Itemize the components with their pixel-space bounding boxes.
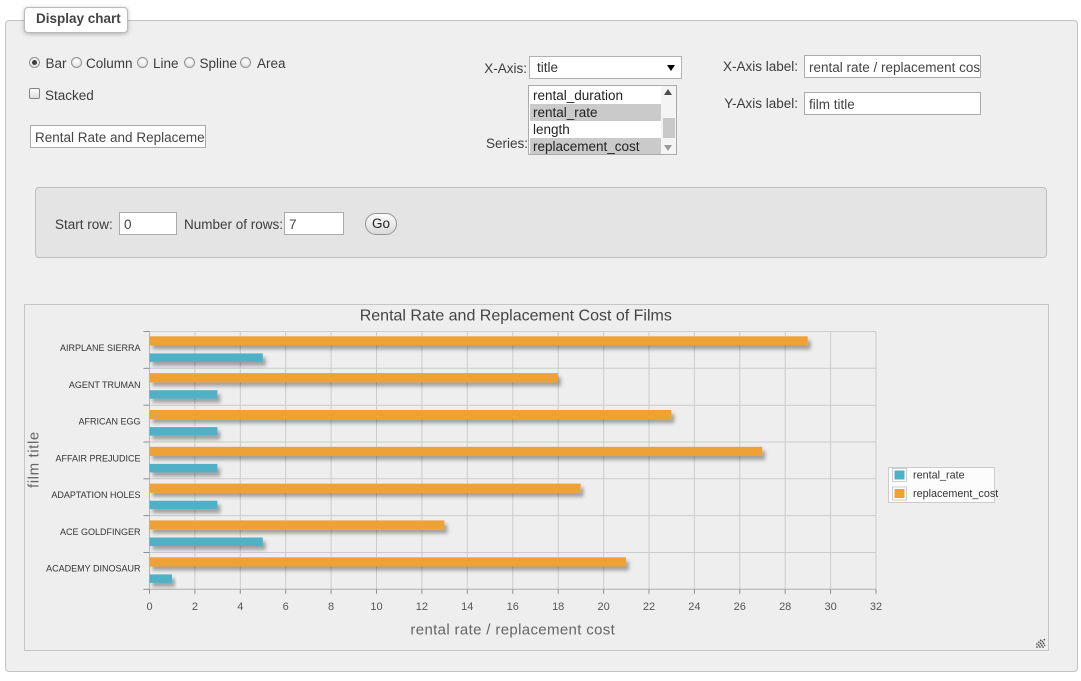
svg-text:2: 2 [192, 601, 198, 613]
svg-text:AFRICAN EGG: AFRICAN EGG [78, 417, 140, 427]
svg-text:18: 18 [552, 601, 564, 613]
svg-text:20: 20 [597, 601, 609, 613]
svg-text:16: 16 [507, 601, 519, 613]
svg-text:replacement_cost: replacement_cost [913, 488, 998, 500]
svg-text:12: 12 [416, 601, 428, 613]
svg-text:10: 10 [370, 601, 382, 613]
svg-text:rental_rate: rental_rate [913, 470, 965, 482]
svg-text:8: 8 [328, 601, 334, 613]
svg-text:24: 24 [688, 601, 700, 613]
svg-text:AIRPLANE SIERRA: AIRPLANE SIERRA [60, 343, 141, 353]
svg-text:14: 14 [461, 601, 473, 613]
svg-text:ACADEMY DINOSAUR: ACADEMY DINOSAUR [46, 564, 141, 574]
svg-text:AFFAIR PREJUDICE: AFFAIR PREJUDICE [55, 453, 140, 463]
svg-text:0: 0 [146, 601, 152, 613]
svg-text:ACE GOLDFINGER: ACE GOLDFINGER [60, 527, 141, 537]
svg-text:32: 32 [870, 601, 882, 613]
svg-text:4: 4 [237, 601, 243, 613]
svg-text:22: 22 [643, 601, 655, 613]
svg-text:30: 30 [824, 601, 836, 613]
svg-text:26: 26 [734, 601, 746, 613]
svg-text:rental rate / replacement cost: rental rate / replacement cost [410, 622, 615, 639]
svg-text:ADAPTATION HOLES: ADAPTATION HOLES [51, 490, 140, 500]
svg-text:film title: film title [26, 431, 43, 488]
svg-text:28: 28 [779, 601, 791, 613]
svg-text:6: 6 [283, 601, 289, 613]
svg-text:Rental Rate and Replacement Co: Rental Rate and Replacement Cost of Film… [360, 308, 672, 325]
svg-text:AGENT TRUMAN: AGENT TRUMAN [69, 380, 141, 390]
